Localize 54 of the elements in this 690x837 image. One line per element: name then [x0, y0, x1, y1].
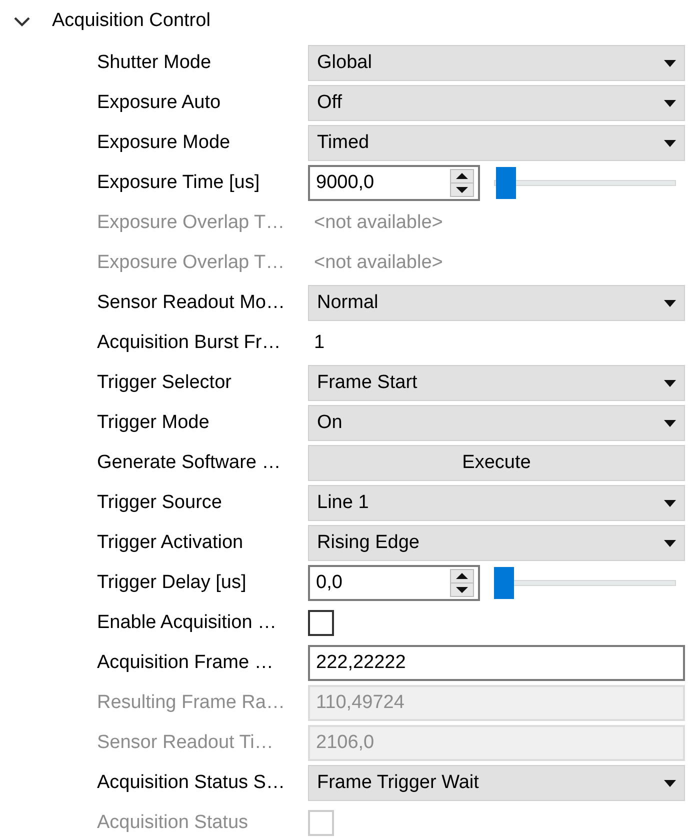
feature-label: Acquisition Status S…: [96, 770, 286, 795]
dropdown[interactable]: Line 1: [308, 485, 685, 521]
dropdown-arrow-icon: [664, 140, 676, 146]
dropdown-arrow-icon: [664, 300, 676, 306]
dropdown[interactable]: Frame Trigger Wait: [308, 765, 685, 801]
checkbox[interactable]: [308, 610, 334, 636]
feature-label: Trigger Mode: [96, 410, 210, 435]
feature-label: Exposure Time [us]: [96, 170, 261, 195]
execute-button[interactable]: Execute: [308, 445, 685, 481]
dropdown[interactable]: On: [308, 405, 685, 441]
category-title: Acquisition Control: [52, 9, 210, 34]
feature-label: Acquisition Frame …: [96, 650, 274, 675]
dropdown-arrow-icon: [664, 540, 676, 546]
feature-label: Exposure Overlap T…: [96, 250, 286, 275]
spin-box[interactable]: 9000,0: [308, 165, 480, 201]
dropdown-arrow-icon: [664, 500, 676, 506]
dropdown[interactable]: Off: [308, 85, 685, 121]
spin-arrows-icon[interactable]: [450, 169, 474, 197]
feature-label: Trigger Delay [us]: [96, 570, 248, 595]
value-text: 1: [313, 330, 325, 355]
feature-label: Acquisition Burst Fr…: [96, 330, 282, 355]
value-text: <not available>: [313, 250, 443, 275]
feature-label: Exposure Overlap T…: [96, 210, 286, 235]
value-text: <not available>: [313, 210, 443, 235]
spin-box[interactable]: 0,0: [308, 565, 480, 601]
feature-label: Exposure Auto: [96, 90, 222, 115]
dropdown-arrow-icon: [664, 60, 676, 66]
slider-thumb[interactable]: [496, 167, 516, 199]
dropdown-arrow-icon: [664, 420, 676, 426]
dropdown[interactable]: Normal: [308, 285, 685, 321]
feature-label: Enable Acquisition …: [96, 610, 278, 635]
spin-arrows-icon[interactable]: [450, 569, 474, 597]
dropdown[interactable]: Global: [308, 45, 685, 81]
feature-label: Acquisition Status: [96, 810, 250, 835]
feature-label: Resulting Frame Ra…: [96, 690, 286, 715]
dropdown[interactable]: Frame Start: [308, 365, 685, 401]
slider-thumb[interactable]: [494, 567, 514, 599]
feature-label: Trigger Activation: [96, 530, 244, 555]
dropdown[interactable]: Timed: [308, 125, 685, 161]
slider[interactable]: [494, 167, 676, 199]
input-field[interactable]: 222,22222: [308, 645, 685, 681]
dropdown-arrow-icon: [664, 100, 676, 106]
slider[interactable]: [494, 567, 676, 599]
feature-label: Shutter Mode: [96, 50, 212, 75]
dropdown-arrow-icon: [664, 780, 676, 786]
collapse-chevron-icon[interactable]: [12, 14, 32, 28]
dropdown-arrow-icon: [664, 380, 676, 386]
feature-label: Trigger Source: [96, 490, 223, 515]
feature-label: Generate Software …: [96, 450, 282, 475]
feature-label: Sensor Readout Ti…: [96, 730, 274, 755]
feature-label: Sensor Readout Mo…: [96, 290, 286, 315]
feature-label: Exposure Mode: [96, 130, 232, 155]
feature-label: Trigger Selector: [96, 370, 232, 395]
dropdown[interactable]: Rising Edge: [308, 525, 685, 561]
